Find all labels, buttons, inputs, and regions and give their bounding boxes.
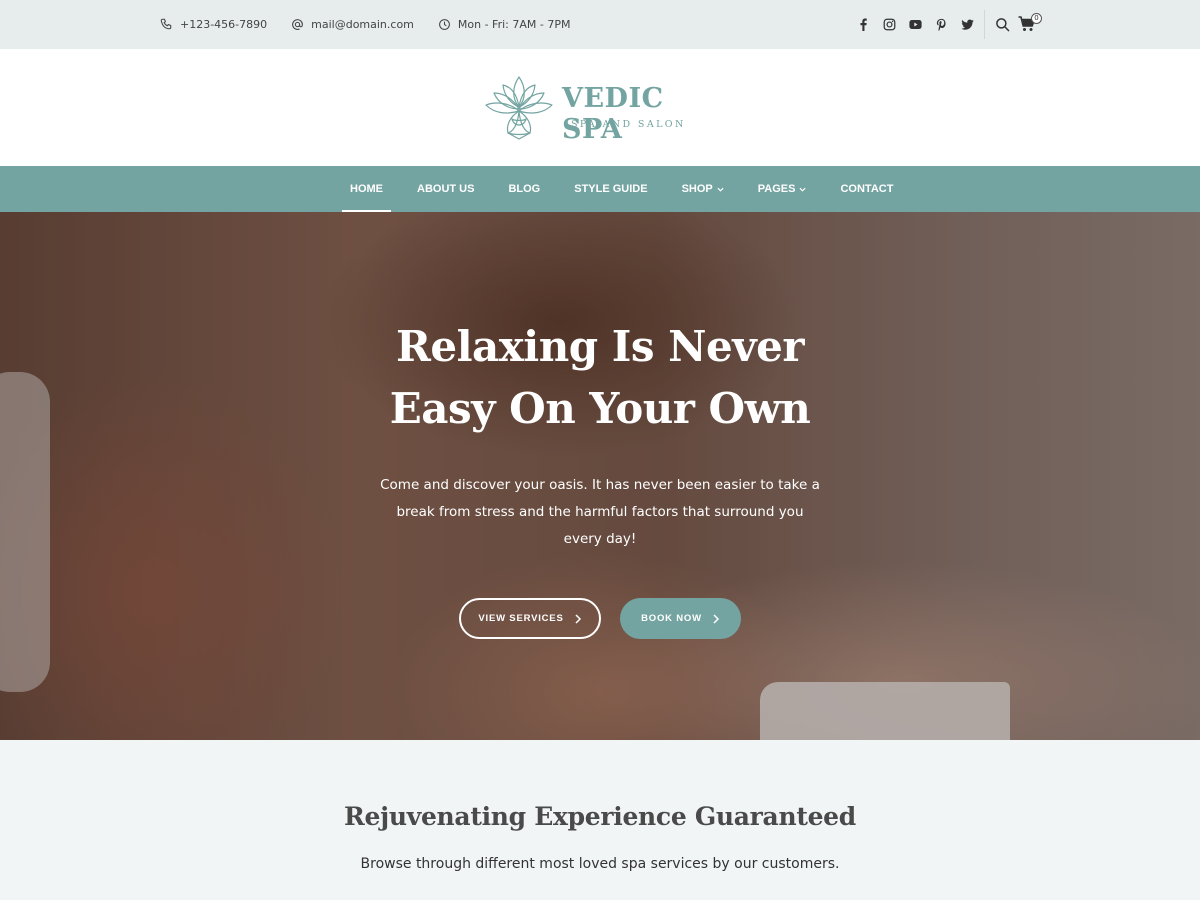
nav-item-home[interactable]: HOME xyxy=(342,166,391,212)
section-title: Rejuvenating Experience Guaranteed xyxy=(344,802,856,831)
nav-label: BLOG xyxy=(508,183,541,195)
at-icon xyxy=(292,19,304,30)
nav-item-style-guide[interactable]: STYLE GUIDE xyxy=(566,166,655,212)
hours-text: Mon - Fri: 7AM - 7PM xyxy=(457,18,571,31)
chevron-down-icon xyxy=(717,187,724,192)
nav-label: STYLE GUIDE xyxy=(574,183,648,195)
button-label: BOOK NOW xyxy=(641,613,702,624)
nav-label: SHOP xyxy=(681,183,713,195)
search-icon[interactable] xyxy=(995,17,1010,32)
nav-item-pages[interactable]: PAGES xyxy=(750,166,815,212)
view-services-button[interactable]: VIEW SERVICES xyxy=(459,598,601,639)
instagram-icon[interactable] xyxy=(882,17,897,32)
nav-item-shop[interactable]: SHOP xyxy=(674,166,732,212)
phone-icon xyxy=(160,18,172,30)
social-links xyxy=(856,0,975,49)
nav-label: PAGES xyxy=(757,183,796,195)
hours-item: Mon - Fri: 7AM - 7PM xyxy=(438,18,571,31)
hero-description: Come and discover your oasis. It has nev… xyxy=(380,477,820,547)
logo-name: VEDIC SPA xyxy=(562,83,664,145)
youtube-icon[interactable] xyxy=(908,17,923,32)
nav-label: CONTACT xyxy=(840,183,894,195)
divider xyxy=(984,10,985,39)
hero-title-line1: Relaxing Is Never xyxy=(395,322,805,371)
nav-item-contact[interactable]: CONTACT xyxy=(832,166,901,212)
hero-title-line2: Easy On Your Own xyxy=(389,384,811,433)
cart-count-badge: 0 xyxy=(1031,13,1042,24)
email-item[interactable]: mail@domain.com xyxy=(291,18,414,31)
twitter-icon[interactable] xyxy=(960,17,975,32)
chevron-right-icon xyxy=(713,613,719,624)
nav-item-blog[interactable]: BLOG xyxy=(500,166,548,212)
chevron-right-icon xyxy=(575,613,581,624)
lotus-logo-icon xyxy=(485,76,553,140)
book-now-button[interactable]: BOOK NOW xyxy=(620,598,741,639)
logo-header: VEDIC SPA SPA AND SALON xyxy=(0,49,1200,166)
site-logo[interactable]: VEDIC SPA SPA AND SALON xyxy=(482,73,722,145)
logo-tagline: SPA AND SALON xyxy=(571,119,686,130)
services-intro: Rejuvenating Experience Guaranteed Brows… xyxy=(0,740,1200,900)
email-text: mail@domain.com xyxy=(311,18,414,31)
hero-title: Relaxing Is Never Easy On Your Own xyxy=(300,316,900,440)
hero-banner: Relaxing Is Never Easy On Your Own Come a… xyxy=(0,212,1200,740)
pinterest-icon[interactable] xyxy=(934,17,949,32)
chevron-down-icon xyxy=(799,187,806,192)
phone-item[interactable]: +123-456-7890 xyxy=(160,18,267,31)
nav-item-about-us[interactable]: ABOUT US xyxy=(409,166,482,212)
contact-info: +123-456-7890 mail@domain.com Mon - Fri:… xyxy=(160,0,570,49)
phone-text: +123-456-7890 xyxy=(180,18,268,31)
nav-label: HOME xyxy=(350,183,383,195)
section-subtitle: Browse through different most loved spa … xyxy=(360,856,840,872)
nav-label: ABOUT US xyxy=(417,183,475,195)
clock-icon xyxy=(439,19,450,30)
main-nav: HOME ABOUT US BLOG STYLE GUIDE SHOP PAGE… xyxy=(0,166,1200,212)
top-bar: +123-456-7890 mail@domain.com Mon - Fri:… xyxy=(0,0,1200,49)
button-label: VIEW SERVICES xyxy=(478,613,564,624)
facebook-icon[interactable] xyxy=(856,17,871,32)
nav-menu: HOME ABOUT US BLOG STYLE GUIDE SHOP PAGE… xyxy=(342,166,919,212)
